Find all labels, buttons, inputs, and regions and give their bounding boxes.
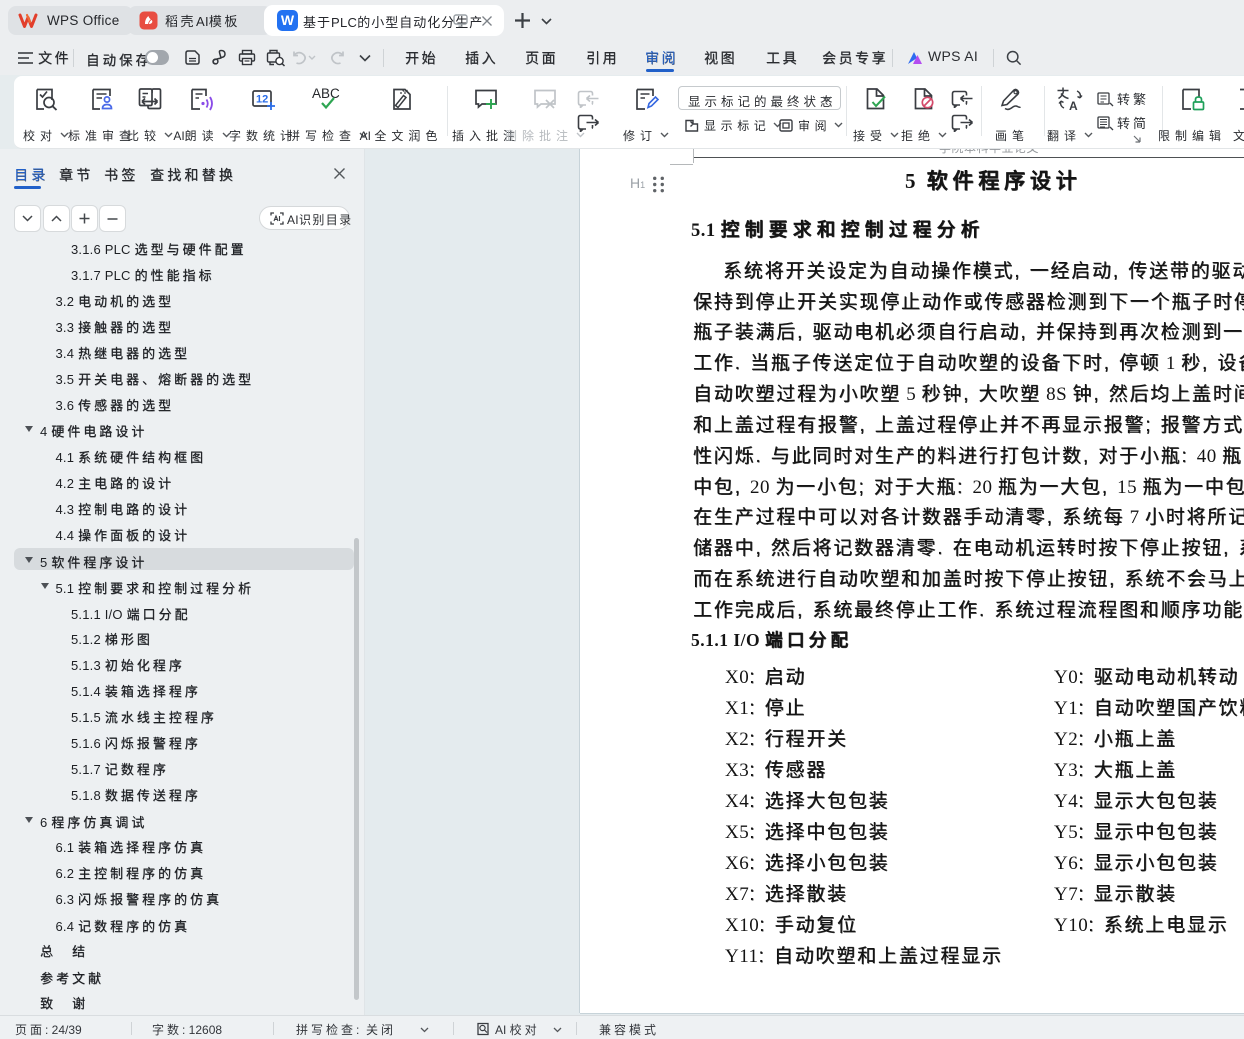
- svg-text:ABC: ABC: [312, 86, 340, 101]
- svg-text:12: 12: [256, 94, 268, 106]
- svg-text:A: A: [1069, 99, 1078, 113]
